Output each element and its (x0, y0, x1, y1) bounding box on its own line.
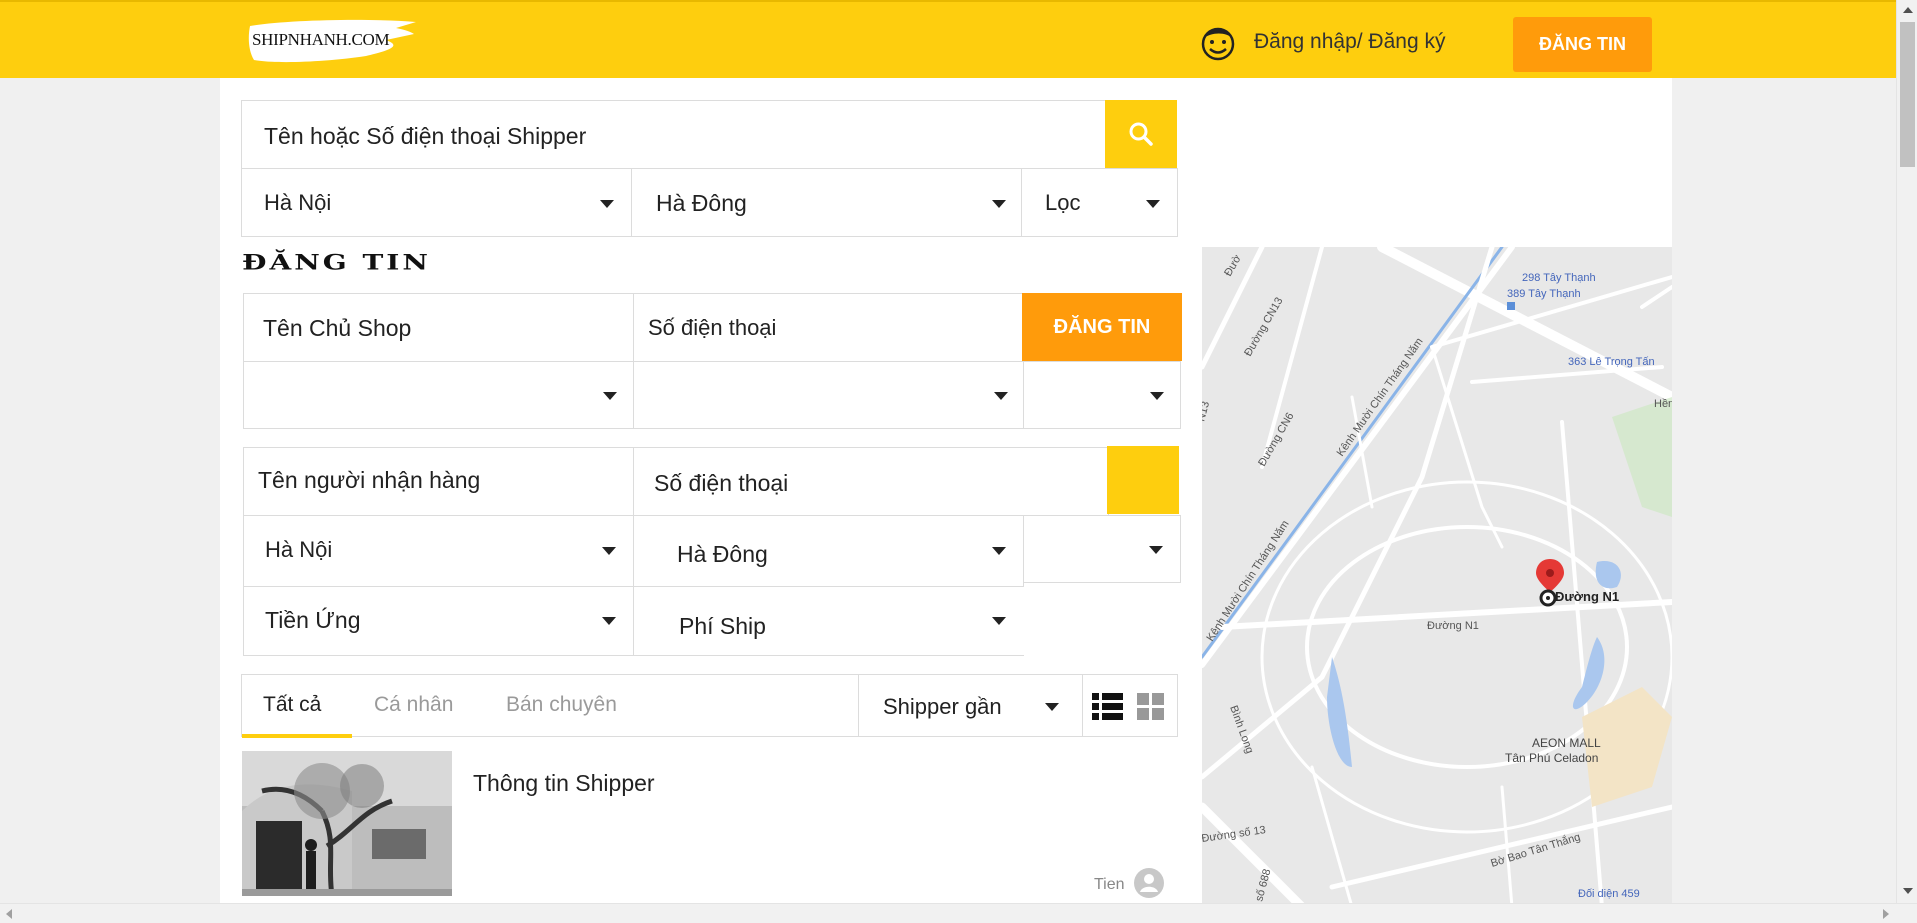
shop-ward-select[interactable] (1023, 361, 1181, 429)
chevron-down-icon (994, 392, 1008, 400)
map-label: Đối diện 459 (1578, 888, 1640, 900)
receiver-action-button[interactable] (1107, 446, 1179, 514)
map-canvas: 298 Tây Thạnh 389 Tây Thạnh 363 Lê Trọng… (1202, 247, 1672, 907)
city-select-value: Hà Nội (264, 190, 332, 215)
chevron-down-icon (1149, 546, 1163, 554)
login-register-link[interactable]: Đăng nhập/ Đăng ký (1198, 22, 1445, 62)
scroll-down-icon[interactable] (1903, 888, 1913, 894)
shop-city-select[interactable] (243, 361, 634, 429)
logo[interactable]: SHIPNHANH.COM (246, 16, 422, 64)
receiver-phone-input[interactable]: Số điện thoại (633, 447, 1109, 516)
ship-fee-label: Phí Ship (679, 613, 766, 639)
scrollbar-thumb[interactable] (1900, 22, 1915, 167)
search-icon (1129, 122, 1153, 146)
district-select[interactable]: Hà Đông (631, 168, 1022, 237)
map-label: 389 Tây Thạnh (1507, 288, 1581, 300)
vertical-scrollbar[interactable] (1896, 0, 1917, 903)
receiver-name-input[interactable]: Tên người nhận hàng (243, 447, 634, 516)
tab-personal[interactable]: Cá nhân (374, 693, 453, 717)
chevron-down-icon (992, 547, 1006, 555)
user-face-icon (1201, 27, 1235, 61)
chevron-down-icon (1045, 703, 1059, 711)
ship-fee-select[interactable]: Phí Ship (633, 586, 1024, 656)
receiver-ward-select[interactable] (1023, 515, 1181, 583)
tab-all[interactable]: Tất cả (263, 693, 321, 717)
chevron-down-icon (1150, 392, 1164, 400)
user-avatar-icon (1134, 868, 1164, 898)
chevron-down-icon (992, 200, 1006, 208)
receiver-city-select[interactable]: Hà Nội (243, 515, 634, 587)
horizontal-scrollbar[interactable] (0, 903, 1917, 923)
district-select-value: Hà Đông (656, 190, 747, 216)
advance-money-select[interactable]: Tiền Ứng (243, 586, 634, 656)
post-submit-button[interactable]: ĐĂNG TIN (1022, 293, 1182, 361)
chevron-down-icon (603, 392, 617, 400)
receiver-district-value: Hà Đông (677, 541, 768, 567)
shipper-photo-image (242, 751, 452, 896)
map-label: 298 Tây Thạnh (1522, 272, 1596, 284)
chevron-down-icon (602, 547, 616, 555)
shop-phone-placeholder: Số điện thoại (648, 315, 777, 340)
post-button-header[interactable]: ĐĂNG TIN (1513, 17, 1652, 72)
grid-view-icon[interactable] (1137, 693, 1165, 721)
map-label: Tân Phú Celadon (1505, 751, 1598, 765)
map-label: Đường N1 (1555, 589, 1619, 604)
scroll-up-icon[interactable] (1903, 7, 1913, 13)
shop-phone-input[interactable]: Số điện thoại (633, 293, 1023, 362)
shop-owner-input[interactable]: Tên Chủ Shop (243, 293, 634, 362)
filter-select-value: Lọc (1045, 190, 1081, 215)
search-button[interactable] (1105, 100, 1177, 168)
receiver-district-select[interactable]: Hà Đông (633, 515, 1024, 587)
shipper-photo[interactable] (242, 751, 452, 896)
chevron-down-icon (602, 617, 616, 625)
chevron-down-icon (600, 200, 614, 208)
top-bar: SHIPNHANH.COM Đăng nhập/ Đăng ký ĐĂNG TI… (0, 0, 1896, 78)
receiver-city-value: Hà Nội (265, 537, 333, 562)
listing-user-name: Tien (1094, 876, 1125, 893)
list-view-icon[interactable] (1092, 693, 1123, 721)
map-label: Đường N1 (1427, 620, 1479, 632)
shipper-search-input[interactable]: Tên hoặc Số điện thoại Shipper (241, 100, 1107, 169)
map-label: 363 Lê Trọng Tấn (1568, 356, 1655, 368)
shop-district-select[interactable] (633, 361, 1024, 429)
map-label: AEON MALL (1532, 736, 1601, 750)
filter-select[interactable]: Lọc (1021, 168, 1178, 237)
sort-select[interactable]: Shipper gần (858, 674, 1083, 737)
search-placeholder: Tên hoặc Số điện thoại Shipper (264, 123, 587, 149)
scroll-right-icon[interactable] (1883, 909, 1889, 919)
tab-professional[interactable]: Bán chuyên (506, 693, 617, 717)
receiver-name-placeholder: Tên người nhận hàng (258, 467, 481, 493)
chevron-down-icon (992, 617, 1006, 625)
advance-money-label: Tiền Ứng (265, 607, 361, 633)
city-select[interactable]: Hà Nội (241, 168, 632, 237)
active-tab-indicator (242, 734, 352, 738)
scroll-left-icon[interactable] (6, 909, 12, 919)
sort-select-value: Shipper gần (883, 694, 1002, 719)
post-section-title: ĐĂNG TIN (242, 250, 431, 275)
map-label: Hền (1654, 398, 1672, 410)
shop-owner-placeholder: Tên Chủ Shop (263, 315, 412, 341)
login-register-label: Đăng nhập/ Đăng ký (1254, 30, 1446, 53)
listing-title[interactable]: Thông tin Shipper (473, 770, 655, 797)
map-view[interactable]: 298 Tây Thạnh 389 Tây Thạnh 363 Lê Trọng… (1202, 247, 1672, 907)
chevron-down-icon (1146, 200, 1160, 208)
receiver-phone-placeholder: Số điện thoại (654, 470, 789, 496)
logo-text: SHIPNHANH.COM (252, 30, 390, 49)
